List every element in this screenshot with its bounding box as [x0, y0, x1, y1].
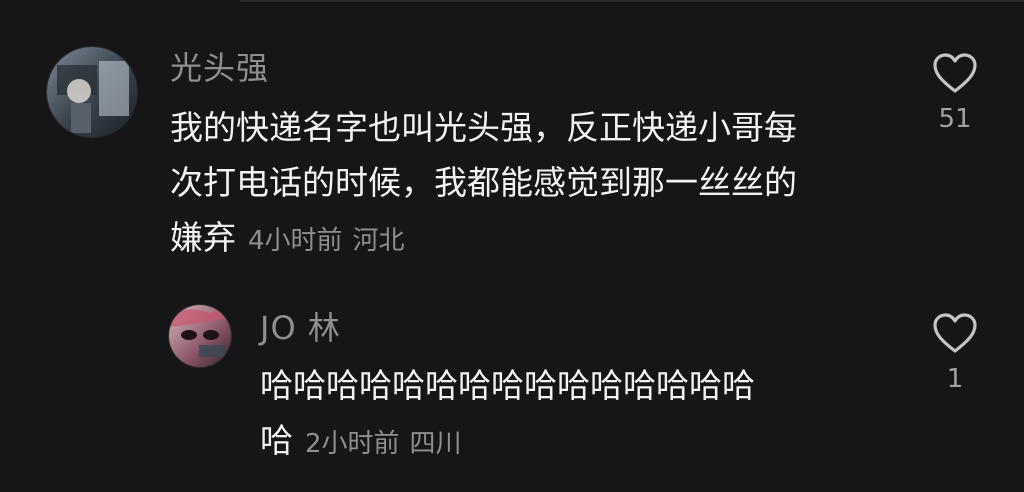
location: 四川 — [409, 429, 462, 459]
timestamp: 2小时前 — [305, 429, 400, 459]
comment-text: 哈哈哈哈哈哈哈哈哈哈哈哈哈哈哈 哈 2小时前 四川 — [260, 358, 900, 472]
location: 河北 — [352, 226, 405, 256]
comment-text-line: 次打电话的时候，我都能感觉到那一丝丝的 — [170, 163, 797, 202]
heart-outline-icon — [933, 313, 977, 353]
avatar[interactable] — [168, 304, 232, 368]
heart-outline-icon — [933, 53, 977, 93]
comment-meta: 2小时前 四川 — [305, 429, 472, 459]
comment-text-line: 哈哈哈哈哈哈哈哈哈哈哈哈哈哈哈 — [260, 366, 755, 405]
like-button[interactable]: 51 — [920, 52, 990, 134]
timestamp: 4小时前 — [248, 226, 343, 256]
username[interactable]: 光头强 — [170, 48, 269, 88]
comment-text: 我的快递名字也叫光头强，反正快递小哥每 次打电话的时候，我都能感觉到那一丝丝的 … — [170, 100, 910, 269]
like-count: 1 — [946, 364, 964, 394]
username[interactable]: JO 林 — [260, 308, 341, 348]
comment-text-line: 哈 — [260, 421, 293, 460]
divider — [240, 0, 1024, 2]
like-button[interactable]: 1 — [920, 312, 990, 394]
like-count: 51 — [938, 104, 972, 134]
comment-text-line: 嫌弃 — [170, 218, 236, 257]
comment-meta: 4小时前 河北 — [248, 226, 415, 256]
comment-text-line: 我的快递名字也叫光头强，反正快递小哥每 — [170, 108, 797, 147]
avatar[interactable] — [46, 46, 138, 138]
